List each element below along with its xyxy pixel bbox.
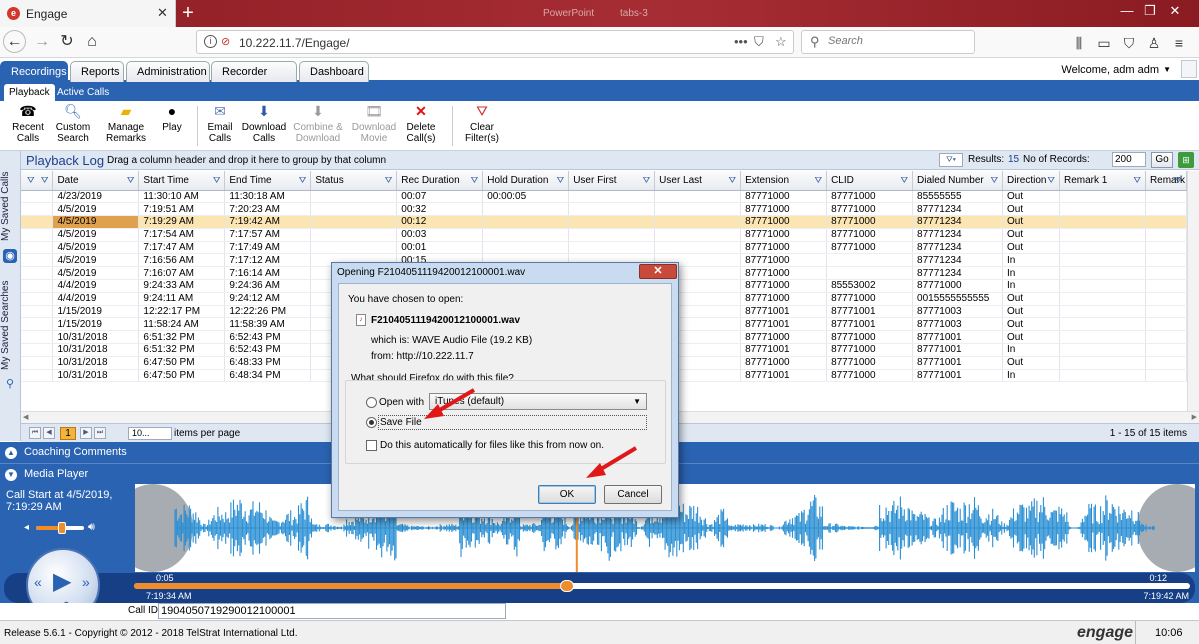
arrow-to-save-file <box>424 388 476 419</box>
arrow-to-ok-button <box>586 446 638 478</box>
arrow-head <box>424 404 444 419</box>
annotation-arrows <box>424 388 638 478</box>
arrow-head <box>586 463 606 478</box>
